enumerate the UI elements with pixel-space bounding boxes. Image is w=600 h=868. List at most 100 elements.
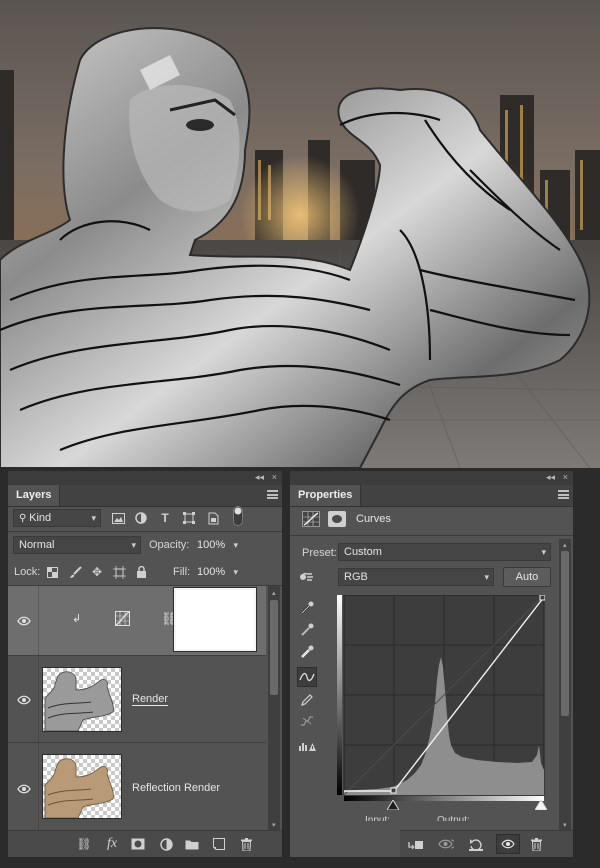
channel-value: RGB bbox=[344, 571, 368, 583]
layer-row-reflection-render[interactable]: Reflection Render bbox=[8, 743, 266, 831]
layers-scrollbar[interactable]: ▴ ▾ bbox=[268, 586, 280, 831]
collapse-icon[interactable]: ◂◂ bbox=[255, 472, 264, 483]
chevron-down-icon: ▾ bbox=[233, 567, 238, 577]
divider bbox=[290, 535, 573, 536]
panel-menu-icon[interactable] bbox=[267, 490, 278, 499]
layer-row-curves[interactable]: ↲ ⛓ bbox=[8, 586, 266, 656]
close-icon[interactable]: × bbox=[563, 472, 568, 482]
layers-tab-row: Layers bbox=[8, 485, 282, 507]
collapse-icon[interactable]: ◂◂ bbox=[546, 472, 555, 483]
white-point-slider-icon[interactable] bbox=[535, 800, 547, 810]
blend-mode-dropdown[interactable]: Normal ▾ bbox=[13, 536, 141, 554]
clipping-arrow-icon: ↲ bbox=[72, 613, 82, 625]
scroll-down-icon[interactable]: ▾ bbox=[272, 821, 276, 829]
fill-label: Fill: bbox=[173, 566, 191, 578]
tab-properties[interactable]: Properties bbox=[290, 485, 362, 506]
layer-thumbnail bbox=[42, 754, 122, 819]
lock-all-icon[interactable] bbox=[133, 564, 149, 580]
add-mask-icon[interactable] bbox=[130, 836, 146, 852]
scroll-thumb[interactable] bbox=[270, 600, 278, 695]
eye-icon[interactable] bbox=[17, 782, 31, 796]
filter-kind-value: Kind bbox=[29, 512, 52, 524]
curves-layer-icon bbox=[115, 611, 130, 626]
fx-icon[interactable]: fx bbox=[104, 836, 120, 852]
lock-artboard-icon[interactable] bbox=[111, 564, 127, 580]
folder-icon[interactable] bbox=[184, 836, 200, 852]
scroll-up-icon[interactable]: ▴ bbox=[563, 541, 567, 549]
layers-panel-titlebar: ◂◂ × bbox=[8, 471, 282, 485]
auto-button[interactable]: Auto bbox=[503, 567, 551, 587]
input-label: Input: bbox=[365, 815, 391, 821]
chevron-down-icon: ▾ bbox=[233, 540, 238, 550]
scroll-up-icon[interactable]: ▴ bbox=[272, 589, 276, 597]
lock-position-move-icon[interactable]: ✥ bbox=[89, 564, 105, 580]
lock-pixels-brush-icon[interactable] bbox=[67, 564, 83, 580]
targeted-adjustment-hand-icon[interactable] bbox=[297, 568, 317, 586]
smooth-curve-icon[interactable] bbox=[297, 712, 317, 730]
layer-list: ↲ ⛓ Render Reflection Render bbox=[8, 586, 282, 831]
blend-mode-value: Normal bbox=[19, 539, 55, 551]
new-layer-icon[interactable] bbox=[211, 836, 227, 852]
canvas-artwork bbox=[0, 0, 600, 468]
layers-bottom-bar: ⛓ fx bbox=[8, 830, 282, 857]
chevron-down-icon: ▾ bbox=[484, 572, 489, 582]
trash-icon[interactable] bbox=[528, 836, 544, 852]
layer-mask-thumbnail[interactable] bbox=[173, 587, 257, 652]
scroll-down-icon[interactable]: ▾ bbox=[563, 821, 567, 829]
input-gradient-bar bbox=[344, 796, 544, 801]
clipping-warning-icon[interactable] bbox=[297, 737, 317, 755]
pencil-draw-icon[interactable] bbox=[297, 691, 317, 709]
properties-tab-row: Properties bbox=[290, 485, 573, 507]
tab-layers[interactable]: Layers bbox=[8, 485, 61, 506]
mask-properties-button[interactable] bbox=[328, 511, 346, 527]
view-previous-state-icon[interactable] bbox=[438, 836, 454, 852]
trash-icon[interactable] bbox=[238, 836, 254, 852]
layer-name[interactable]: Render bbox=[132, 693, 169, 706]
panel-menu-icon[interactable] bbox=[558, 490, 569, 499]
adjustment-title: Curves bbox=[356, 513, 391, 525]
sample-shadows-eyedropper-icon[interactable] bbox=[297, 599, 317, 617]
curves-icon bbox=[303, 512, 319, 526]
preset-dropdown[interactable]: Custom ▾ bbox=[338, 543, 551, 561]
fill-value: 100% bbox=[197, 566, 226, 578]
output-gradient-bar bbox=[337, 595, 342, 795]
curves-graph[interactable] bbox=[337, 594, 546, 803]
new-adjustment-icon[interactable] bbox=[158, 836, 174, 852]
fill-field[interactable]: 100% ▾ bbox=[191, 563, 243, 581]
output-label: Output: bbox=[437, 815, 470, 821]
sample-midtones-eyedropper-icon[interactable] bbox=[297, 621, 317, 639]
chevron-down-icon: ▾ bbox=[541, 547, 546, 557]
eye-icon[interactable] bbox=[17, 693, 31, 707]
sample-highlights-eyedropper-icon[interactable] bbox=[297, 643, 317, 661]
lock-transparent-icon[interactable] bbox=[44, 564, 60, 580]
filter-toggle-icon[interactable] bbox=[230, 506, 246, 526]
layer-row-render[interactable]: Render bbox=[8, 656, 266, 743]
curve-point-black[interactable] bbox=[390, 787, 397, 794]
opacity-field[interactable]: 100% ▾ bbox=[191, 536, 243, 554]
properties-bottom-bar bbox=[400, 830, 573, 857]
divider bbox=[38, 586, 39, 655]
metal-bodybuilder-image bbox=[0, 0, 600, 468]
curves-adjustment-button[interactable] bbox=[302, 511, 320, 527]
scroll-thumb[interactable] bbox=[561, 551, 569, 716]
filter-type-icon[interactable]: T bbox=[157, 510, 173, 526]
black-point-slider-icon[interactable] bbox=[387, 800, 399, 810]
filter-shape-icon[interactable] bbox=[181, 510, 197, 526]
curve-point-white[interactable] bbox=[539, 594, 546, 601]
reset-icon[interactable] bbox=[468, 836, 484, 852]
close-icon[interactable]: × bbox=[272, 472, 277, 482]
clip-to-layer-icon[interactable] bbox=[408, 836, 424, 852]
channel-dropdown[interactable]: RGB ▾ bbox=[338, 568, 494, 586]
filter-pixel-icon[interactable] bbox=[110, 510, 126, 526]
edit-points-curve-icon[interactable] bbox=[297, 667, 317, 687]
opacity-value: 100% bbox=[197, 539, 226, 551]
layer-name[interactable]: Reflection Render bbox=[132, 782, 220, 794]
properties-panel-titlebar: ◂◂ × bbox=[290, 471, 573, 485]
filter-smart-object-icon[interactable] bbox=[205, 510, 221, 526]
filter-kind-dropdown[interactable]: ⚲ Kind ▾ bbox=[13, 509, 101, 527]
properties-scrollbar[interactable]: ▴ ▾ bbox=[559, 539, 571, 831]
link-layers-icon[interactable]: ⛓ bbox=[76, 836, 92, 852]
eye-icon[interactable] bbox=[17, 614, 31, 628]
filter-adjustment-icon[interactable] bbox=[133, 510, 149, 526]
toggle-visibility-icon[interactable] bbox=[496, 834, 520, 854]
